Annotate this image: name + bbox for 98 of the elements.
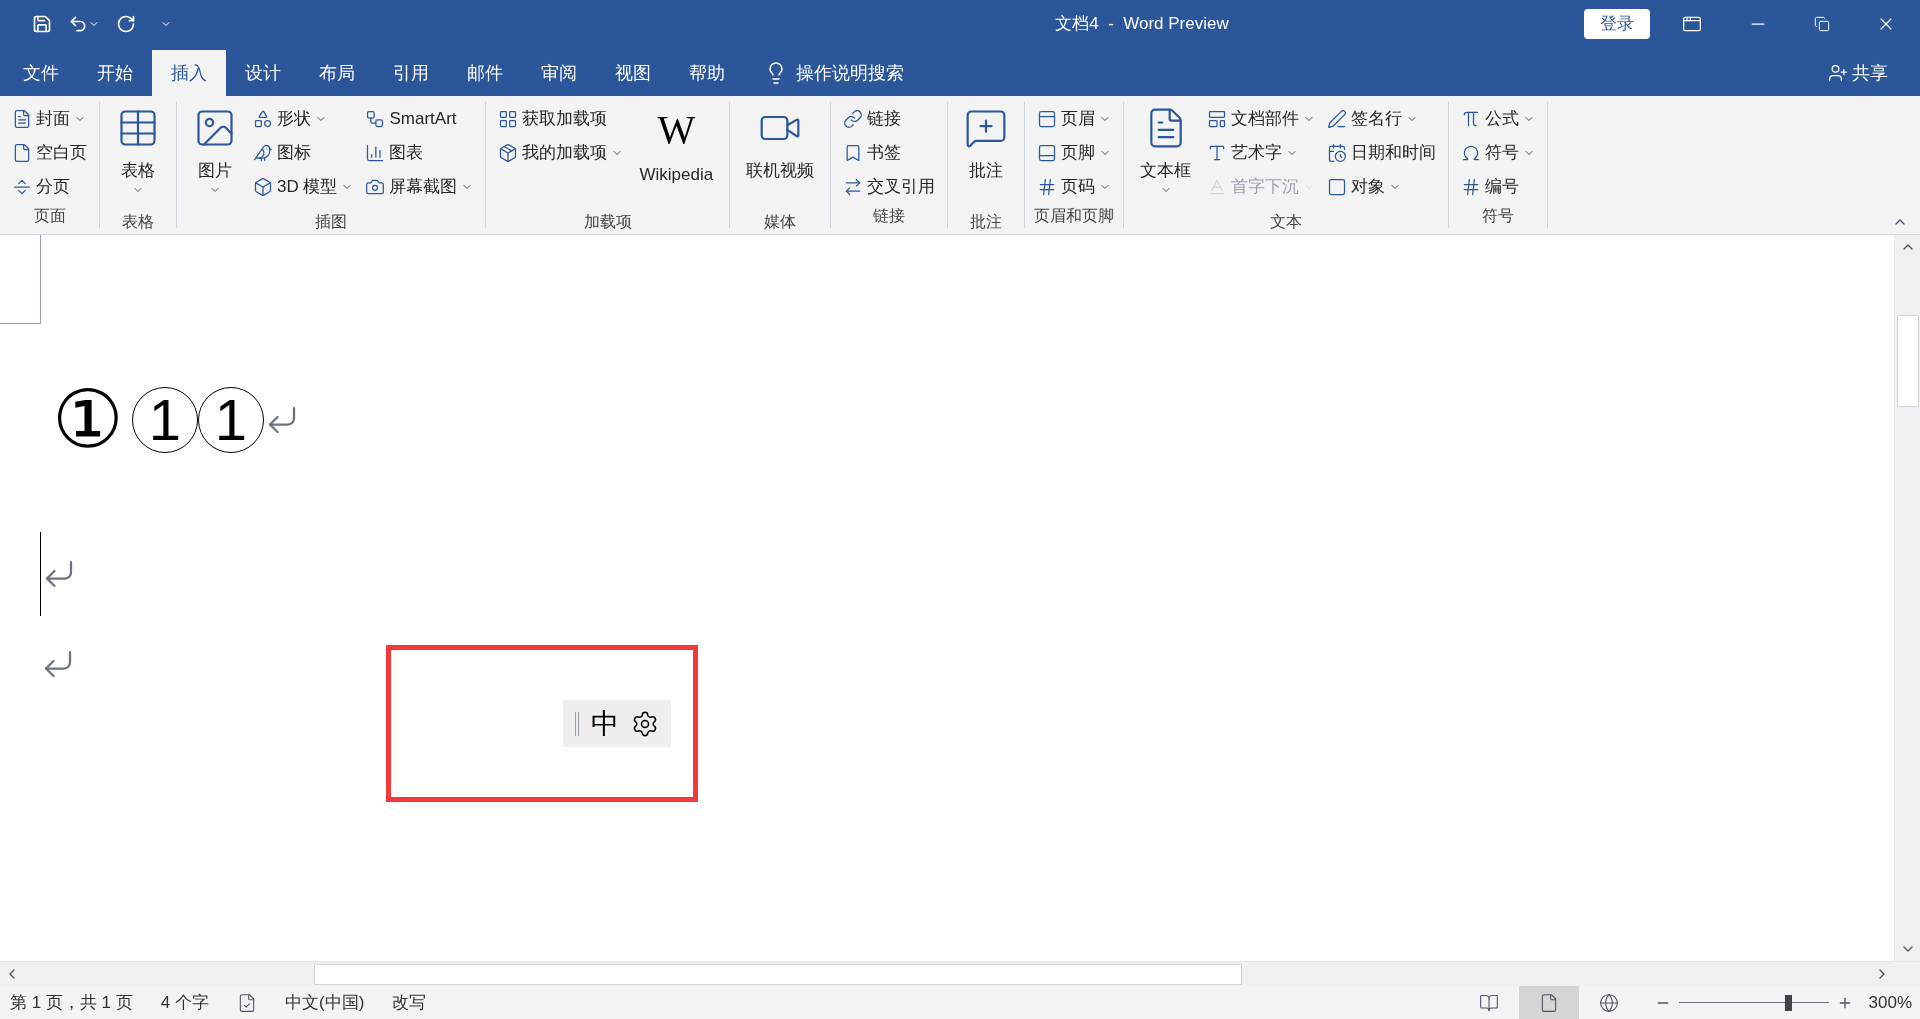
ribbon-button[interactable]: 编号 xyxy=(1457,170,1540,204)
ribbon-button[interactable]: 封面 xyxy=(8,102,91,136)
page-break-icon xyxy=(12,177,32,197)
ribbon-button[interactable]: 页脚 xyxy=(1033,136,1116,170)
read-mode-icon xyxy=(1478,992,1499,1013)
header-icon xyxy=(1037,109,1058,129)
ribbon-button[interactable]: 页眉 xyxy=(1033,102,1116,136)
omega-icon xyxy=(1461,143,1482,163)
ribbon-button[interactable]: 页码 xyxy=(1033,170,1116,204)
save-icon[interactable] xyxy=(32,13,52,34)
ribbon-button[interactable]: 我的加载项 xyxy=(494,136,628,170)
ribbon-button[interactable]: 图片 xyxy=(185,102,245,210)
ribbon-button[interactable]: 文档部件 xyxy=(1203,102,1320,136)
chart-icon xyxy=(365,143,386,163)
bird-icon xyxy=(253,143,273,163)
ribbon-button[interactable]: 分页 xyxy=(8,170,91,204)
web-layout-icon xyxy=(1598,992,1619,1013)
group-label: 页面 xyxy=(33,206,66,226)
group-label: 批注 xyxy=(970,212,1003,232)
ribbon-tab[interactable]: 开始 xyxy=(78,50,152,96)
ribbon-button[interactable]: 形状 xyxy=(249,102,358,136)
zoom-level[interactable]: 300% xyxy=(1868,989,1912,1016)
window-title: 文档4 - Word Preview xyxy=(1055,12,1229,35)
link-icon xyxy=(843,109,864,129)
ribbon-button[interactable]: 空白页 xyxy=(8,136,91,170)
word-count[interactable]: 4 个字 xyxy=(160,989,209,1016)
ribbon-button[interactable]: 文本框 xyxy=(1132,102,1200,210)
ribbon-button[interactable]: 3D 模型 xyxy=(249,170,358,204)
ribbon-button[interactable]: 签名行 xyxy=(1323,102,1441,136)
login-button[interactable]: 登录 xyxy=(1584,8,1650,39)
camera-icon xyxy=(365,177,386,197)
group-label: 符号 xyxy=(1482,206,1515,226)
ribbon-button[interactable]: SmartArt xyxy=(361,102,478,136)
share-button[interactable]: 共享 xyxy=(1828,50,1920,96)
circled-number: ① xyxy=(52,378,124,462)
ribbon-button[interactable]: 批注 xyxy=(956,102,1017,210)
cube-icon xyxy=(253,177,273,197)
shapes-icon xyxy=(253,109,273,129)
ribbon-button[interactable]: 联机视频 xyxy=(738,102,823,210)
package-icon xyxy=(498,143,519,163)
scroll-thumb[interactable] xyxy=(314,963,1242,985)
group-label: 表格 xyxy=(122,212,154,232)
signature-icon xyxy=(1327,109,1348,129)
blank-page-icon xyxy=(12,143,32,163)
ribbon-button[interactable]: 屏幕截图 xyxy=(361,170,478,204)
calendar-clock-icon xyxy=(1327,143,1348,163)
ribbon-tab[interactable]: 插入 xyxy=(152,50,226,96)
restore-icon[interactable] xyxy=(1814,15,1830,32)
group-label: 文本 xyxy=(1270,212,1303,232)
overtype-mode[interactable]: 改写 xyxy=(392,989,427,1016)
ribbon-button[interactable]: 图表 xyxy=(361,136,478,170)
ribbon-button[interactable]: 交叉引用 xyxy=(839,170,940,204)
zoom-thumb[interactable] xyxy=(1785,994,1792,1011)
footer-icon xyxy=(1037,143,1058,163)
settings-icon[interactable] xyxy=(631,709,659,738)
ribbon-tab[interactable]: 帮助 xyxy=(670,50,744,96)
ribbon-button[interactable]: W Wikipedia xyxy=(631,102,722,210)
scroll-thumb[interactable] xyxy=(1896,315,1919,407)
zoom-slider[interactable] xyxy=(1678,994,1829,1011)
user-icon xyxy=(1828,63,1848,83)
undo-icon[interactable] xyxy=(68,13,88,34)
redo-icon[interactable] xyxy=(116,13,136,34)
ribbon-button[interactable]: 获取加载项 xyxy=(494,102,628,136)
search-field[interactable]: 操作说明搜索 xyxy=(796,59,996,87)
vertical-scrollbar[interactable] xyxy=(1894,235,1920,961)
ribbon-tab[interactable]: 邮件 xyxy=(448,50,522,96)
page-count[interactable]: 第 1 页，共 1 页 xyxy=(10,989,133,1016)
ribbon-button[interactable]: 链接 xyxy=(839,102,940,136)
grip-handle[interactable] xyxy=(575,711,579,736)
ribbon-tab[interactable]: 布局 xyxy=(300,50,374,96)
wikipedia-logo: W xyxy=(657,106,696,154)
ribbon-button[interactable]: 表格 xyxy=(108,102,168,210)
ribbon-button[interactable]: 书签 xyxy=(839,136,940,170)
horizontal-scrollbar[interactable] xyxy=(0,961,1920,986)
cover-page-icon xyxy=(12,109,32,129)
input-mode-button[interactable]: 中 xyxy=(591,702,619,745)
ribbon-button[interactable]: 艺术字 xyxy=(1203,136,1320,170)
group-label: 插图 xyxy=(315,212,348,232)
smartart-icon xyxy=(365,109,386,129)
ribbon-tab[interactable]: 设计 xyxy=(226,50,300,96)
ribbon-button[interactable]: 日期和时间 xyxy=(1323,136,1441,170)
view-button[interactable] xyxy=(1518,986,1579,1019)
ribbon-tab[interactable]: 审阅 xyxy=(522,50,596,96)
ribbon-button[interactable]: 对象 xyxy=(1323,170,1441,204)
ribbon-button[interactable]: 公式 xyxy=(1457,102,1540,136)
quick-parts-icon xyxy=(1207,109,1228,129)
proofing-icon[interactable] xyxy=(237,992,257,1013)
group-label: 加载项 xyxy=(583,212,632,232)
ribbon-button[interactable]: 图标 xyxy=(249,136,358,170)
language-label[interactable]: 中文(中国) xyxy=(285,989,365,1016)
ribbon-tab[interactable]: 视图 xyxy=(596,50,670,96)
ribbon-tab[interactable]: 文件 xyxy=(4,50,78,96)
object-icon xyxy=(1327,177,1348,197)
ribbon-button[interactable]: 符号 xyxy=(1457,136,1540,170)
group-label: 页眉和页脚 xyxy=(1034,206,1115,226)
ribbon-tab[interactable]: 引用 xyxy=(374,50,448,96)
group-label: 链接 xyxy=(873,206,906,226)
group-label: 媒体 xyxy=(764,212,797,232)
